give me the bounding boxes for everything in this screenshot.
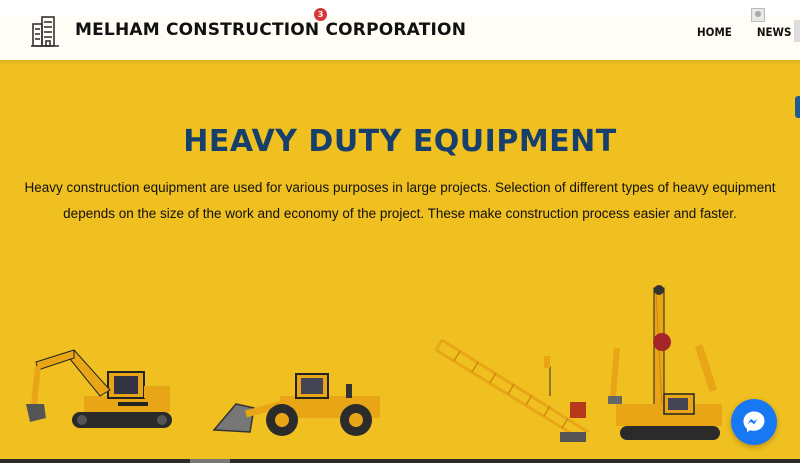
- wheel-loader-image: [212, 373, 380, 436]
- hero-title: HEAVY DUTY EQUIPMENT: [183, 124, 617, 159]
- nav-item-home[interactable]: HOME: [697, 25, 732, 39]
- building-logo-icon[interactable]: [30, 14, 60, 48]
- scrollbar-thumb[interactable]: [190, 459, 230, 463]
- messenger-icon: [743, 411, 765, 432]
- site-header: MELHAM CONSTRUCTION CORPORATION HOME NEWS…: [0, 0, 800, 60]
- site-brand-name[interactable]: MELHAM CONSTRUCTION CORPORATION: [75, 20, 466, 40]
- drilling-rig-image: [608, 285, 722, 440]
- notification-count-badge[interactable]: 3: [314, 8, 327, 21]
- messenger-chat-button[interactable]: [731, 399, 777, 445]
- main-nav: HOMENEWS | U: [697, 25, 800, 39]
- tower-crane-image: [434, 338, 589, 442]
- excavator-image: [26, 349, 172, 428]
- hero-description: Heavy construction equipment are used fo…: [24, 180, 776, 221]
- horizontal-scrollbar[interactable]: [0, 459, 800, 463]
- nav-scrollbar[interactable]: [794, 20, 800, 42]
- side-tab[interactable]: [795, 96, 800, 118]
- admin-avatar[interactable]: [751, 8, 765, 22]
